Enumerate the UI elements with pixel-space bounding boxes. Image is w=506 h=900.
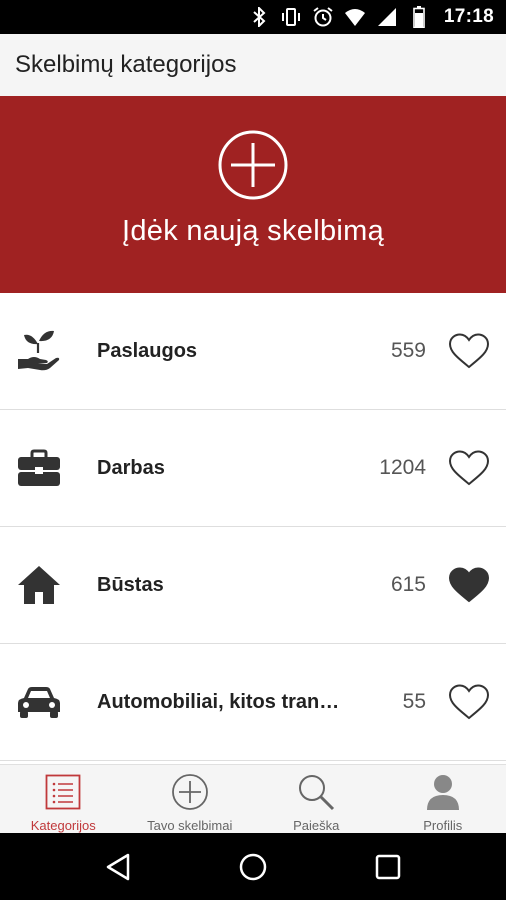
bluetooth-icon <box>248 6 270 28</box>
system-nav-bar <box>0 833 506 900</box>
category-row-paslaugos[interactable]: Paslaugos 559 <box>0 293 506 410</box>
page-title: Skelbimų kategorijos <box>15 51 237 78</box>
wifi-icon <box>344 6 366 28</box>
category-count: 559 <box>390 339 426 362</box>
vibrate-icon <box>280 6 302 28</box>
category-row-darbas[interactable]: Darbas 1204 <box>0 410 506 527</box>
add-listing-label: Įdėk naują skelbimą <box>121 215 384 247</box>
category-count: 615 <box>390 573 426 596</box>
battery-icon <box>408 6 430 28</box>
nav-profilis[interactable]: Profilis <box>380 765 506 833</box>
category-name: Būstas <box>97 573 164 596</box>
nav-paieska[interactable]: Paieška <box>253 765 380 833</box>
category-row-automobiliai[interactable]: Automobiliai, kitos transporto priemonės… <box>0 644 506 761</box>
plus-circle-icon <box>170 772 210 812</box>
category-row-bustas[interactable]: Būstas 615 <box>0 527 506 644</box>
bottom-nav: Kategorijos Tavo skelbimai Paieška Profi… <box>0 764 506 833</box>
status-bar: 17:18 <box>0 0 506 34</box>
status-time: 17:18 <box>443 6 494 27</box>
add-listing-button[interactable]: Įdėk naują skelbimą <box>0 96 506 293</box>
heart-filled-icon[interactable] <box>447 565 491 605</box>
nav-label: Kategorijos <box>30 818 96 833</box>
list-icon <box>43 772 83 812</box>
briefcase-icon <box>15 444 63 492</box>
alarm-icon <box>312 6 334 28</box>
person-icon <box>423 772 463 812</box>
category-name: Automobiliai, kitos transporto priemonės <box>97 690 342 713</box>
category-count: 55 <box>402 690 426 713</box>
search-icon <box>296 772 336 812</box>
recents-icon[interactable] <box>368 847 408 887</box>
heart-outline-icon[interactable] <box>447 682 491 722</box>
nav-label: Profilis <box>423 818 463 833</box>
category-count: 1204 <box>379 456 426 479</box>
app-bar: Skelbimų kategorijos <box>0 34 506 96</box>
nav-label: Paieška <box>293 818 340 833</box>
nav-kategorijos[interactable]: Kategorijos <box>0 765 127 833</box>
heart-outline-icon[interactable] <box>447 448 491 488</box>
back-icon[interactable] <box>98 847 138 887</box>
plus-circle-icon <box>218 130 288 200</box>
category-name: Paslaugos <box>97 339 198 362</box>
nav-label: Tavo skelbimai <box>147 818 233 833</box>
heart-outline-icon[interactable] <box>447 331 491 371</box>
hand-plant-icon <box>15 327 63 375</box>
category-list: Paslaugos 559 Darbas 1204 Būstas 615 Aut… <box>0 293 506 761</box>
house-icon <box>15 561 63 609</box>
signal-icon <box>376 6 398 28</box>
category-name: Darbas <box>97 456 165 479</box>
home-icon[interactable] <box>233 847 273 887</box>
car-icon <box>15 678 63 726</box>
nav-tavo-skelbimai[interactable]: Tavo skelbimai <box>127 765 254 833</box>
